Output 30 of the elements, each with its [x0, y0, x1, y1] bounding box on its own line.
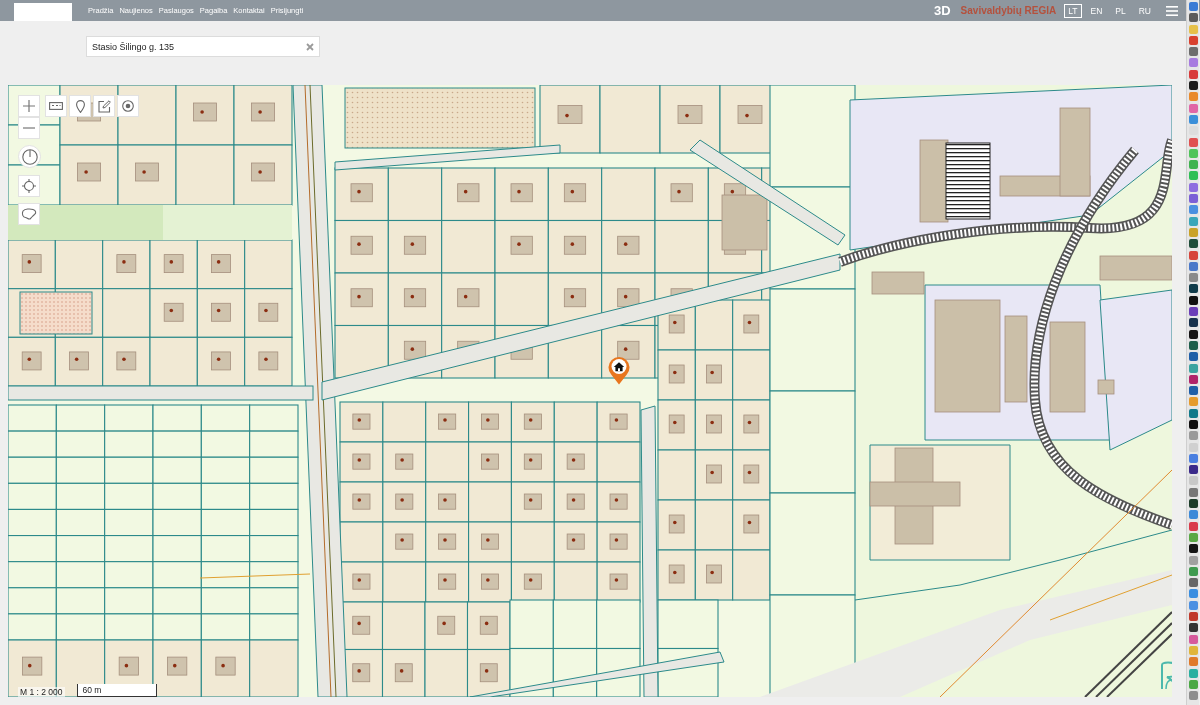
dial-icon: [21, 148, 38, 165]
language-button[interactable]: RU: [1134, 3, 1155, 18]
target-icon: [122, 100, 134, 112]
brand-name: Savivaldybių REGIA: [960, 5, 1057, 16]
locate-button[interactable]: [18, 175, 40, 197]
3d-view-button[interactable]: 3D: [934, 3, 951, 18]
zoom-out-button[interactable]: [18, 117, 40, 139]
scale-distance: 60 m: [82, 685, 102, 695]
ruler-icon: [49, 102, 63, 110]
zoom-in-button[interactable]: [18, 95, 40, 117]
menu-icon[interactable]: [1166, 5, 1178, 16]
marker-button[interactable]: [69, 95, 91, 117]
scale-ratio: M 1 : 2 000: [18, 687, 65, 697]
edit-button[interactable]: [93, 95, 115, 117]
language-button[interactable]: EN: [1086, 3, 1107, 18]
plus-icon: [23, 100, 35, 112]
crosshair-icon: [22, 179, 36, 193]
clear-icon[interactable]: [306, 42, 314, 51]
location-pin-icon: [607, 355, 631, 385]
area-select-button[interactable]: [18, 203, 40, 225]
minus-icon: [23, 127, 35, 129]
logo-placeholder: [14, 3, 72, 21]
target-button[interactable]: [117, 95, 139, 117]
edit-icon: [97, 99, 111, 113]
measure-button[interactable]: [45, 95, 67, 117]
search-field[interactable]: Stasio Šilingo g. 135: [86, 36, 320, 57]
language-button[interactable]: LT: [1064, 3, 1082, 18]
language-button[interactable]: PL: [1111, 3, 1130, 18]
lasso-icon: [21, 208, 37, 220]
pin-icon: [75, 99, 85, 113]
